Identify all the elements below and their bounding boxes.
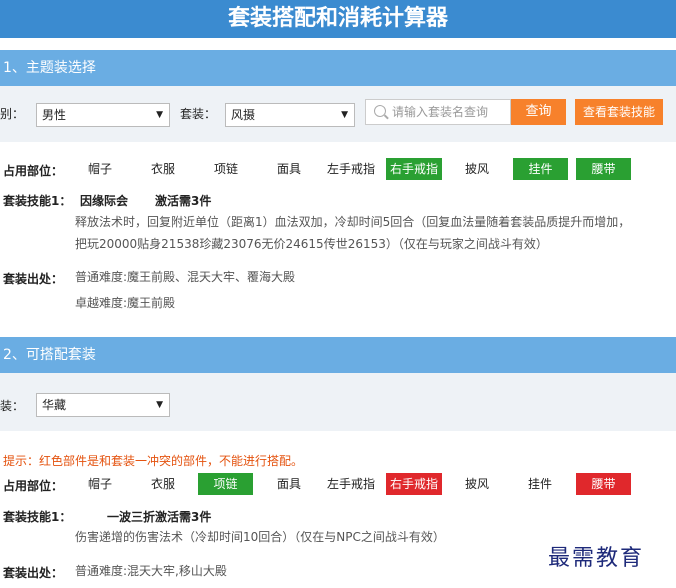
search-button[interactable]: 查询 [511, 99, 566, 125]
gender-select-value: 男性 [42, 108, 67, 122]
watermark-logo: 最需教育 [548, 546, 645, 571]
slot-right-ring[interactable]: 右手戒指 [386, 473, 442, 495]
suit-source-hard: 卓越难度:魔王前殿 [75, 296, 176, 310]
suit-label: 套装： [180, 107, 217, 121]
suit-skill-desc: 伤害递增的伤害法术（冷却时间10回合）（仅在与NPC之间战斗有效） [75, 530, 445, 544]
suit-skill-activate: 激活需3件 [155, 510, 212, 524]
gender-label: 性别： [0, 107, 25, 121]
chevron-down-icon: ▼ [156, 400, 163, 410]
section-heading-matching-suit: 2、可搭配套装 [0, 337, 676, 373]
suit-skill-name: 一波三折 [107, 510, 156, 524]
matching-suit-select[interactable]: 华藏 ▼ [36, 393, 170, 417]
suit-select-value: 风摄 [231, 108, 256, 122]
matching-suit-select-value: 华藏 [42, 398, 67, 412]
matching-suit-label: 套装： [0, 399, 25, 413]
suit-skill-activate: 激活需3件 [155, 194, 212, 208]
suit-skill-label: 套装技能1： [3, 510, 72, 524]
section-heading-theme-suit: 1、主题装选择 [0, 50, 676, 86]
slot-pendant[interactable]: 挂件 [513, 158, 568, 180]
conflict-hint: 提示：红色部件是和套装一冲突的部件，不能进行搭配。 [3, 454, 304, 468]
chevron-down-icon: ▼ [156, 110, 163, 120]
slot-right-ring[interactable]: 右手戒指 [386, 158, 442, 180]
slot-hat[interactable]: 帽子 [82, 473, 118, 495]
suit-source-label: 套装出处： [3, 566, 64, 580]
slot-clothes[interactable]: 衣服 [145, 158, 181, 180]
search-input[interactable]: 请输入套装名查询 [365, 99, 511, 125]
slot-left-ring[interactable]: 左手戒指 [322, 158, 380, 180]
slot-belt[interactable]: 腰带 [576, 473, 631, 495]
slot-mask[interactable]: 面具 [271, 473, 307, 495]
page-title: 套装搭配和消耗计算器 [0, 0, 676, 38]
slot-pendant[interactable]: 挂件 [522, 473, 558, 495]
gender-select[interactable]: 男性 ▼ [36, 103, 170, 127]
slot-left-ring[interactable]: 左手戒指 [322, 473, 380, 495]
slot-clothes[interactable]: 衣服 [145, 473, 181, 495]
view-suit-skill-button[interactable]: 查看套装技能 [575, 99, 663, 125]
slot-mask[interactable]: 面具 [271, 158, 307, 180]
slot-necklace[interactable]: 项链 [198, 473, 253, 495]
slot-hat[interactable]: 帽子 [82, 158, 118, 180]
suit-source-label: 套装出处： [3, 272, 64, 286]
suit-source-normal: 普通难度:混天大牢,移山大殿 [75, 564, 227, 578]
chevron-down-icon: ▼ [341, 110, 348, 120]
slot-cape[interactable]: 披风 [459, 473, 495, 495]
suit-skill-desc-line2: 把玩20000贴身21538珍藏23076无价24615传世26153）（仅在与… [75, 237, 548, 251]
suit-select[interactable]: 风摄 ▼ [225, 103, 355, 127]
suit-skill-name: 因缘际会 [80, 194, 129, 208]
suit-skill-desc-line1: 释放法术时，回复附近单位（距离1）血法双加，冷却时间5回合（回复血法量随着套装品… [75, 215, 631, 229]
search-icon [374, 105, 386, 117]
suit-source-normal: 普通难度:魔王前殿、混天大牢、覆海大殿 [75, 270, 296, 284]
slot-cape[interactable]: 披风 [459, 158, 495, 180]
suit-skill-label: 套装技能1： [3, 194, 72, 208]
slot-belt[interactable]: 腰带 [576, 158, 631, 180]
slots-label: 占用部位： [3, 164, 64, 178]
slots-label: 占用部位： [3, 479, 64, 493]
slot-necklace[interactable]: 项链 [208, 158, 244, 180]
search-placeholder: 请输入套装名查询 [392, 105, 489, 119]
